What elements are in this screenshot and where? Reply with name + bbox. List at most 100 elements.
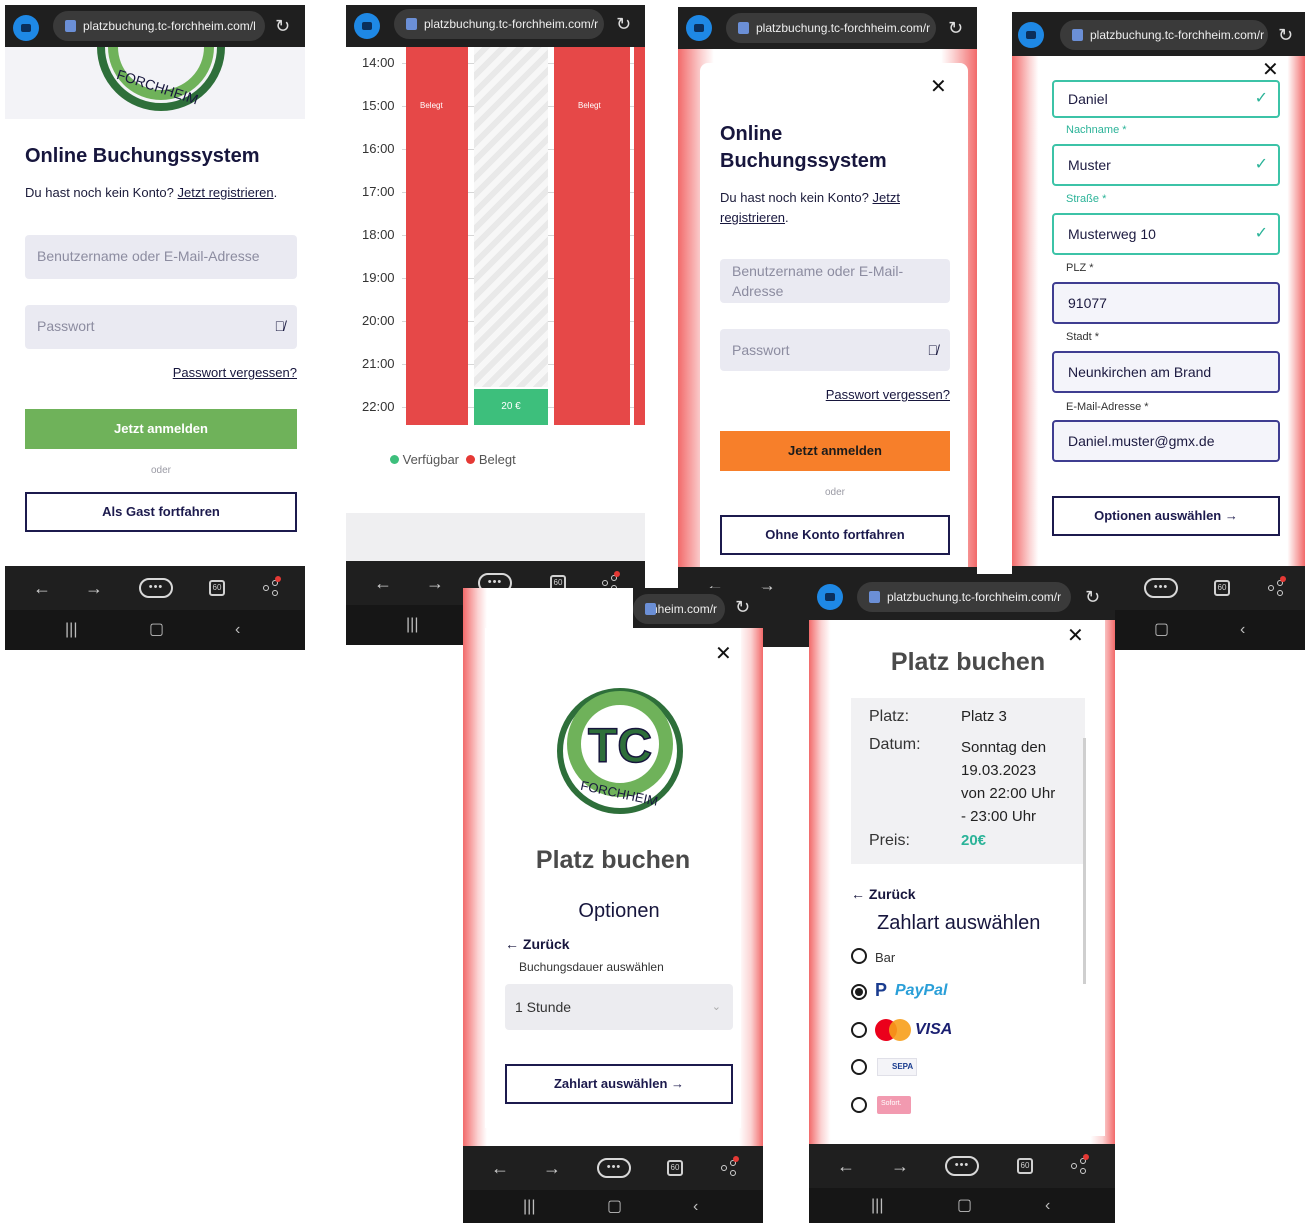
register-link-b[interactable]: registrieren — [720, 210, 785, 225]
reload-icon[interactable]: ↻ — [948, 15, 963, 41]
share-icon[interactable] — [1071, 1154, 1089, 1174]
nav-back-icon[interactable]: ‹ — [693, 1197, 698, 1217]
browser-app-icon[interactable] — [1018, 22, 1044, 48]
reload-icon[interactable]: ↻ — [1085, 584, 1100, 610]
tabs-icon[interactable]: 60 — [1017, 1158, 1033, 1174]
url-bar[interactable]: chheim.com/r — [633, 594, 725, 624]
date-line-3: von 22:00 Uhr — [961, 785, 1056, 802]
radio-paypal[interactable] — [851, 984, 867, 1000]
forward-arrow-icon[interactable]: → — [426, 573, 444, 593]
tabs-icon[interactable]: 60 — [667, 1160, 683, 1176]
firstname-field[interactable]: Daniel ✓ — [1052, 80, 1280, 118]
back-arrow-icon[interactable]: ← — [837, 1156, 855, 1176]
eye-off-icon[interactable]: 👁̸ — [928, 329, 939, 371]
nav-back-icon[interactable]: ‹ — [235, 620, 240, 640]
back-arrow-icon[interactable]: ← — [33, 578, 51, 598]
continue-without-account-button[interactable]: Ohne Konto fortfahren — [720, 515, 950, 555]
register-link-a[interactable]: Jetzt — [873, 190, 900, 205]
forward-arrow-icon[interactable]: → — [543, 1158, 561, 1178]
close-icon[interactable]: ✕ — [715, 644, 732, 664]
username-input[interactable]: Benutzername oder E-Mail-Adresse — [25, 235, 297, 279]
radio-visa[interactable] — [851, 1022, 867, 1038]
price-slot[interactable]: 20 € — [474, 389, 548, 425]
recents-icon[interactable]: ||| — [65, 620, 77, 640]
lastname-field[interactable]: Muster ✓ — [1052, 144, 1280, 186]
eye-off-icon[interactable]: 👁̸ — [275, 305, 286, 347]
duration-select[interactable]: 1 Stunde ⌄ — [505, 984, 733, 1030]
forward-arrow-icon[interactable]: → — [85, 578, 103, 598]
home-icon[interactable]: ▢ — [1154, 620, 1169, 640]
email-field[interactable]: Daniel.muster@gmx.de — [1052, 420, 1280, 462]
options-button[interactable]: Optionen auswählen → — [1052, 496, 1280, 536]
password-input[interactable]: Passwort 👁̸ — [25, 305, 297, 349]
back-arrow-icon[interactable]: ← — [491, 1158, 509, 1178]
back-link[interactable]: ← Zurück — [851, 886, 916, 902]
reload-icon[interactable]: ↻ — [1278, 22, 1293, 48]
tabs-icon[interactable]: 60 — [1214, 580, 1230, 596]
forgot-password-link[interactable]: Passwort vergessen? — [173, 365, 297, 380]
recents-icon[interactable]: ||| — [871, 1196, 883, 1216]
close-icon[interactable]: ✕ — [930, 77, 947, 97]
browser-app-icon[interactable] — [13, 15, 39, 41]
menu-icon[interactable]: ••• — [1144, 578, 1178, 598]
reload-icon[interactable]: ↻ — [616, 11, 631, 37]
scrollbar[interactable] — [1083, 738, 1086, 984]
url-bar[interactable]: platzbuchung.tc-forchheim.com/l — [53, 11, 265, 41]
share-icon[interactable] — [721, 1156, 739, 1176]
password-input[interactable]: Passwort 👁̸ — [720, 329, 950, 371]
reload-icon[interactable]: ↻ — [735, 594, 750, 620]
legend-dot-occupied — [466, 455, 476, 464]
court-occupied-right[interactable]: Belegt — [554, 47, 630, 425]
url-bar[interactable]: platzbuchung.tc-forchheim.com/r — [857, 582, 1071, 612]
url-bar[interactable]: platzbuchung.tc-forchheim.com/r — [394, 9, 604, 39]
close-icon[interactable]: ✕ — [1067, 626, 1084, 646]
payment-option-sepa[interactable]: SEPA — [851, 1056, 1051, 1078]
radio-sepa[interactable] — [851, 1059, 867, 1075]
home-icon[interactable]: ▢ — [149, 620, 164, 640]
url-bar[interactable]: platzbuchung.tc-forchheim.com/r — [726, 13, 936, 43]
court-label: Platz: — [869, 708, 910, 725]
street-field[interactable]: Musterweg 10 ✓ — [1052, 213, 1280, 255]
back-link[interactable]: ← Zurück — [505, 936, 570, 952]
reload-icon[interactable]: ↻ — [275, 13, 290, 39]
share-icon[interactable] — [263, 576, 281, 596]
court-occupied-left[interactable]: Belegt — [406, 47, 468, 425]
browser-app-icon[interactable] — [817, 584, 843, 610]
browser-app-icon[interactable] — [354, 13, 380, 39]
home-icon[interactable]: ▢ — [607, 1197, 622, 1217]
forgot-password-link[interactable]: Passwort vergessen? — [826, 387, 950, 402]
login-button[interactable]: Jetzt anmelden — [720, 431, 950, 471]
home-icon[interactable]: ▢ — [957, 1196, 972, 1216]
payment-option-sofort[interactable]: Sofort. — [851, 1094, 1051, 1116]
forward-arrow-icon[interactable]: → — [891, 1156, 909, 1176]
username-input[interactable]: Benutzername oder E-Mail- Adresse — [720, 259, 950, 303]
payment-option-paypal[interactable]: P PayPal — [851, 980, 1051, 1004]
city-field[interactable]: Neunkirchen am Brand — [1052, 351, 1280, 393]
back-arrow-icon[interactable]: ← — [374, 573, 392, 593]
radio-sofort[interactable] — [851, 1097, 867, 1113]
close-icon[interactable]: ✕ — [1262, 60, 1279, 80]
payment-button[interactable]: Zahlart auswählen → — [505, 1064, 733, 1104]
payment-option-visa[interactable]: VISA — [851, 1018, 1051, 1042]
share-icon[interactable] — [1268, 576, 1286, 596]
recents-icon[interactable]: ||| — [406, 615, 418, 635]
payment-option-cash[interactable]: Bar — [851, 946, 1051, 966]
guest-button[interactable]: Als Gast fortfahren — [25, 492, 297, 532]
time-label: 18:00 — [362, 227, 395, 242]
tabs-icon[interactable]: 60 — [209, 580, 225, 596]
menu-icon[interactable]: ••• — [597, 1158, 631, 1178]
zip-field[interactable]: 91077 — [1052, 282, 1280, 324]
menu-icon[interactable]: ••• — [139, 578, 173, 598]
url-bar[interactable]: platzbuchung.tc-forchheim.com/r — [1060, 20, 1268, 50]
nav-back-icon[interactable]: ‹ — [1045, 1196, 1050, 1216]
time-label: 21:00 — [362, 356, 395, 371]
menu-icon[interactable]: ••• — [945, 1156, 979, 1176]
register-link[interactable]: Jetzt registrieren — [178, 185, 274, 200]
nav-back-icon[interactable]: ‹ — [1240, 620, 1245, 640]
club-logo: FORCHHEIM — [97, 47, 225, 111]
browser-app-icon[interactable] — [686, 15, 712, 41]
court-available[interactable] — [474, 47, 548, 387]
login-button[interactable]: Jetzt anmelden — [25, 409, 297, 449]
radio-cash[interactable] — [851, 948, 867, 964]
recents-icon[interactable]: ||| — [523, 1197, 535, 1217]
